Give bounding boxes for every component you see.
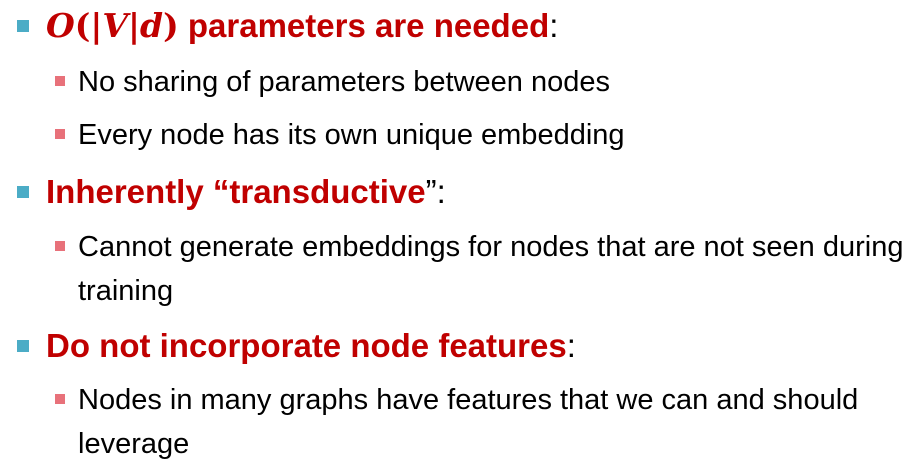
square-bullet-icon — [55, 129, 65, 139]
formula-d: d — [140, 6, 164, 45]
formula-close: ) — [163, 6, 179, 45]
sub-bullet-text: No sharing of parameters between nodes — [78, 66, 610, 98]
emphasis-text: Inherently “transductive — [46, 173, 426, 210]
square-bullet-icon — [17, 340, 29, 352]
sub-bullet-text: Nodes in many graphs have features that … — [78, 384, 859, 460]
emphasis-text: parameters are needed — [178, 7, 550, 44]
slide: O(|V|d) parameters are needed: No sharin… — [0, 0, 906, 465]
square-bullet-icon — [55, 241, 65, 251]
sub-bullet-text: Cannot generate embeddings for nodes tha… — [78, 231, 904, 307]
formula-o: O — [46, 6, 75, 45]
bullet-text: Do not incorporate node features: — [46, 326, 576, 366]
bullet-text: Inherently “transductive”: — [46, 172, 446, 212]
sub-bullet-text: Every node has its own unique embedding — [78, 119, 625, 151]
square-bullet-icon — [17, 186, 29, 198]
suffix-text: ”: — [425, 173, 446, 210]
square-bullet-icon — [17, 20, 29, 32]
square-bullet-icon — [55, 394, 65, 404]
formula-v: V — [102, 6, 128, 45]
formula-bar: | — [127, 6, 140, 45]
complexity-formula: O(|V|d) — [46, 6, 179, 45]
emphasis-text: Do not incorporate node features — [46, 327, 567, 364]
square-bullet-icon — [55, 76, 65, 86]
bullet-text: O(|V|d) parameters are needed: — [46, 6, 558, 46]
formula-open: (| — [74, 6, 103, 45]
suffix-text: : — [566, 327, 576, 364]
suffix-text: : — [549, 7, 559, 44]
